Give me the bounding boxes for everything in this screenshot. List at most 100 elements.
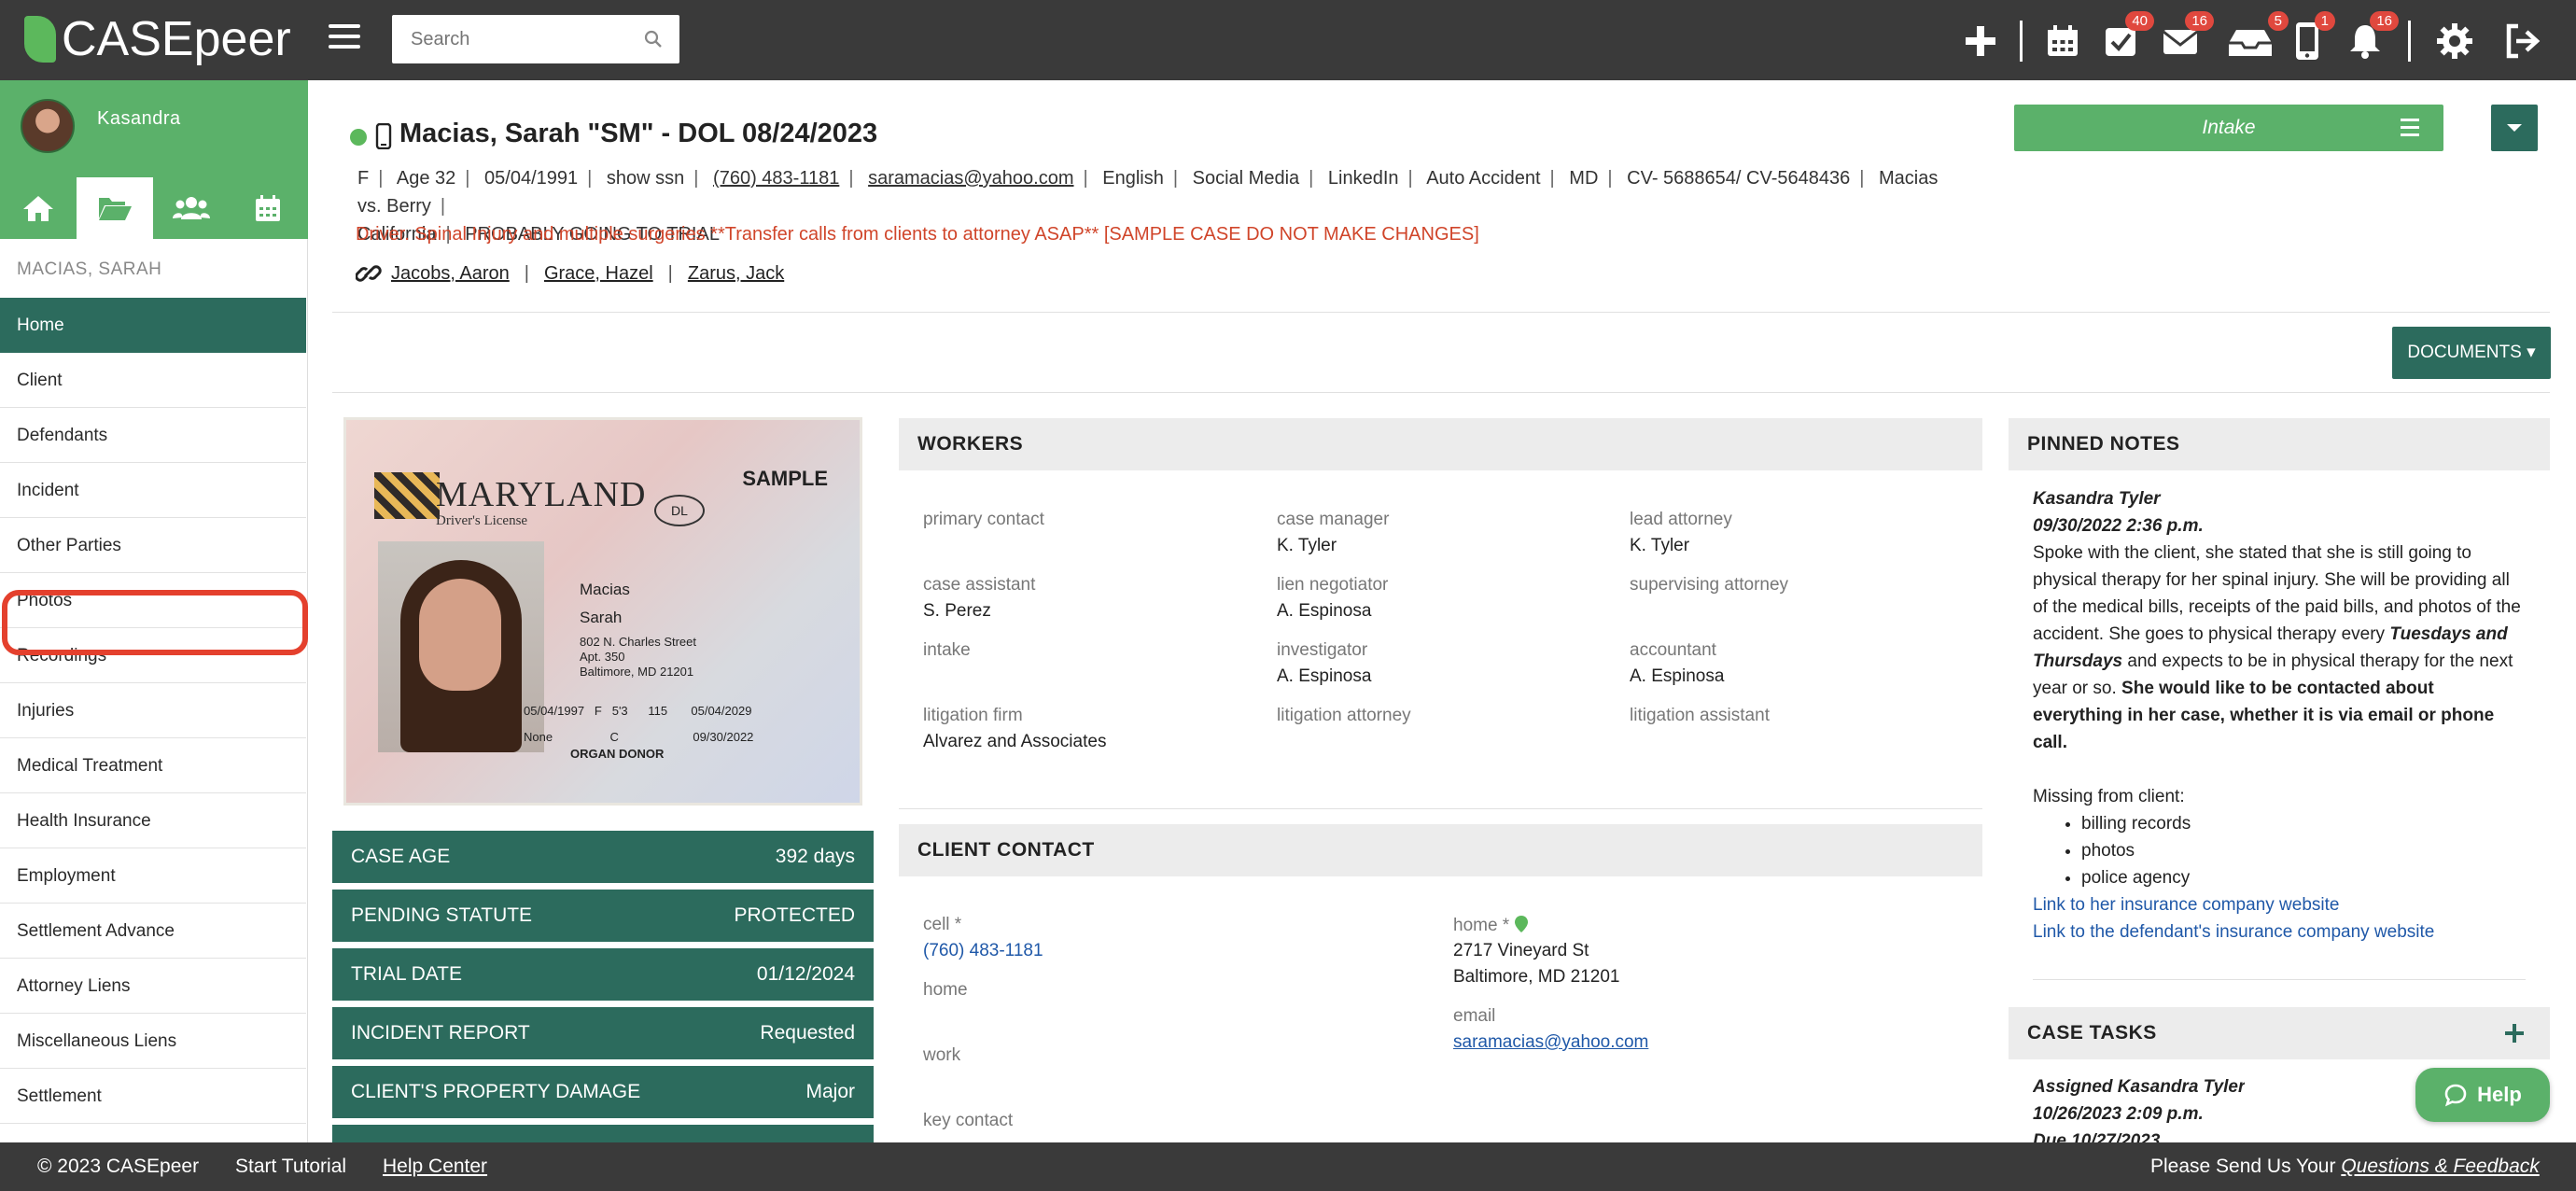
tab-home[interactable] — [0, 177, 77, 239]
user-name[interactable]: Kasandra — [97, 108, 181, 130]
feedback-prefix: Please Send Us Your — [2150, 1156, 2336, 1177]
client-language: English — [1102, 168, 1164, 189]
stat-label: PENDING STATUTE — [351, 904, 533, 926]
calendar-icon[interactable] — [2042, 21, 2083, 62]
email-link[interactable]: saramacias@yahoo.com — [1453, 1032, 1648, 1053]
worker-value[interactable]: K. Tyler — [1277, 536, 1337, 556]
home-address-label-text: home * — [1453, 916, 1510, 935]
related-case-link[interactable]: Zarus, Jack — [688, 263, 784, 285]
worker-value[interactable]: A. Espinosa — [1630, 666, 1724, 687]
sidebar-item-other-parties[interactable]: Other Parties — [0, 518, 306, 573]
bell-icon[interactable]: 16 — [2345, 11, 2399, 62]
worker-value[interactable]: K. Tyler — [1630, 536, 1689, 556]
sidebar-item-medical-treatment[interactable]: Medical Treatment — [0, 738, 306, 793]
home-icon — [23, 196, 53, 221]
map-pin-icon[interactable] — [1514, 915, 1529, 933]
related-case-link[interactable]: Grace, Hazel — [544, 263, 653, 285]
worker-value[interactable]: S. Perez — [923, 601, 991, 622]
case-tasks-heading: CASE TASKS — [2009, 1007, 2550, 1059]
divider — [332, 392, 2550, 393]
divider — [2033, 979, 2526, 980]
tab-contacts[interactable] — [153, 177, 230, 239]
task-due: Due 10/27/2023 — [2033, 1131, 2161, 1142]
help-button[interactable]: Help — [2415, 1068, 2550, 1122]
tab-calendar[interactable] — [230, 177, 306, 239]
gear-icon[interactable] — [2434, 21, 2475, 62]
top-bar: CASEpeer 40 16 5 1 16 — [0, 0, 2576, 80]
worker-label: litigation attorney — [1277, 706, 1411, 725]
sidebar-item-incident[interactable]: Incident — [0, 463, 306, 518]
mail-icon[interactable]: 16 — [2160, 11, 2214, 62]
sidebar-item-settlement[interactable]: Settlement — [0, 1069, 306, 1124]
license-state: MARYLAND — [436, 475, 647, 514]
license-sex: F — [594, 704, 602, 718]
license-height: 5'3 — [611, 704, 628, 718]
stat-value: Requested — [760, 1022, 855, 1044]
sidebar-item-client[interactable]: Client — [0, 353, 306, 408]
related-case-link[interactable]: Jacobs, Aaron — [391, 263, 510, 285]
task-date: 10/26/2023 2:09 p.m. — [2033, 1104, 2204, 1124]
home-address-line2: Baltimore, MD 21201 — [1453, 967, 1620, 987]
insurance-link[interactable]: Link to her insurance company website — [2033, 891, 2527, 918]
sidebar-item-home[interactable]: Home — [0, 298, 306, 353]
status-dot — [350, 129, 367, 146]
case-stage-button[interactable]: Intake — [2014, 105, 2443, 151]
stat-incident-report: INCIDENT REPORT Requested — [332, 1007, 874, 1059]
case-client-name: MACIAS, SARAH — [17, 259, 162, 279]
sidebar-item-miscellaneous-liens[interactable]: Miscellaneous Liens — [0, 1014, 306, 1069]
tab-case-folder[interactable] — [77, 177, 153, 239]
sidebar-item-settlement-advance[interactable]: Settlement Advance — [0, 904, 306, 959]
show-ssn-link[interactable]: show ssn — [607, 168, 684, 189]
sidebar-item-defendants[interactable]: Defendants — [0, 408, 306, 463]
worker-value[interactable]: A. Espinosa — [1277, 601, 1371, 622]
drivers-license-image[interactable]: MARYLAND Driver's License SAMPLE DL Maci… — [343, 417, 862, 806]
worker-label: supervising attorney — [1630, 575, 1789, 595]
defendant-insurance-link[interactable]: Link to the defendant's insurance compan… — [2033, 918, 2527, 946]
add-plus-icon[interactable] — [1960, 21, 2001, 62]
tasks-icon[interactable]: 40 — [2100, 11, 2154, 62]
license-details: 05/04/1997 F 5'3 115 05/04/2029 — [524, 704, 751, 718]
logout-icon[interactable] — [2501, 21, 2542, 62]
sidebar-item-health-insurance[interactable]: Health Insurance — [0, 793, 306, 848]
case-state: MD — [1569, 168, 1599, 189]
add-task-icon[interactable] — [2504, 1023, 2525, 1044]
sidebar-item-employment[interactable]: Employment — [0, 848, 306, 904]
worker-value[interactable]: A. Espinosa — [1277, 666, 1371, 687]
casepeer-logo[interactable]: CASEpeer — [24, 11, 291, 67]
help-label: Help — [2477, 1083, 2522, 1106]
stat-label: TRIAL DATE — [351, 963, 463, 985]
search-input[interactable] — [392, 15, 635, 63]
case-type: Auto Accident — [1426, 168, 1541, 189]
sidebar: Kasandra MACIAS, SARAH Home Client Defen… — [0, 80, 308, 1142]
sidebar-item-attorney-liens[interactable]: Attorney Liens — [0, 959, 306, 1014]
stage-dropdown-button[interactable] — [2491, 105, 2538, 151]
cell-phone-link[interactable]: (760) 483-1181 — [923, 941, 1043, 961]
calendar-icon — [256, 195, 280, 221]
note-text: Spoke with the client, she stated that s… — [2033, 539, 2527, 756]
stat-trial-date: TRIAL DATE 01/12/2024 — [332, 948, 874, 1001]
feedback-link[interactable]: Questions & Feedback — [2341, 1156, 2539, 1177]
feedback-prompt: Please Send Us Your Questions & Feedback — [2150, 1142, 2540, 1191]
avatar[interactable] — [21, 99, 75, 153]
user-block: Kasandra — [0, 80, 308, 177]
documents-button[interactable]: DOCUMENTS ▾ — [2392, 327, 2551, 379]
license-weight: 115 — [648, 704, 668, 718]
highlight-annotation — [2, 590, 308, 655]
sidebar-item-injuries[interactable]: Injuries — [0, 683, 306, 738]
maryland-flag-icon — [374, 472, 440, 519]
stat-value: 01/12/2024 — [756, 963, 855, 985]
start-tutorial-link[interactable]: Start Tutorial — [235, 1142, 346, 1191]
client-age: Age 32 — [396, 168, 456, 189]
worker-label: case assistant — [923, 575, 1036, 595]
inbox-icon[interactable]: 5 — [2225, 11, 2289, 62]
client-phone-link[interactable]: (760) 483-1181 — [713, 168, 839, 189]
caret-down-icon: ▾ — [2527, 343, 2536, 362]
worker-value[interactable]: Alvarez and Associates — [923, 732, 1106, 752]
phone-icon[interactable]: 1 — [2292, 11, 2335, 62]
menu-icon[interactable] — [329, 24, 360, 52]
worker-label: intake — [923, 640, 971, 660]
help-center-link[interactable]: Help Center — [383, 1142, 487, 1191]
client-email-link[interactable]: saramacias@yahoo.com — [868, 168, 1073, 189]
search-icon[interactable] — [642, 28, 665, 50]
license-photo — [378, 541, 544, 752]
